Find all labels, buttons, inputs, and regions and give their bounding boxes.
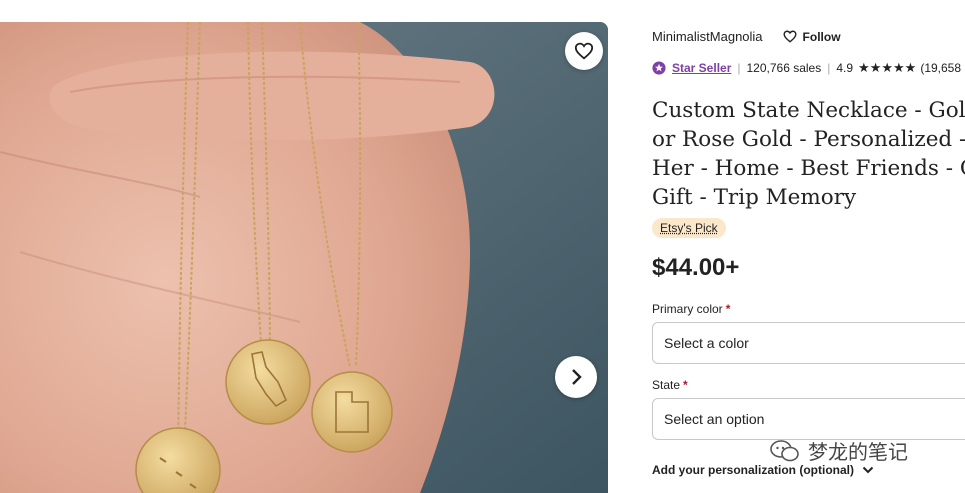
favorite-button[interactable]	[565, 32, 603, 70]
personalization-toggle[interactable]: Add your personalization (optional)	[652, 463, 874, 477]
primary-color-select-value: Select a color	[664, 335, 749, 351]
seller-stats: Star Seller | 120,766 sales | 4.9 ★★★★★ …	[652, 60, 961, 76]
state-select[interactable]: Select an option	[652, 398, 965, 440]
primary-color-label: Primary color *	[652, 302, 730, 316]
rating-value: 4.9	[836, 61, 854, 75]
shop-row: MinimalistMagnolia Follow	[652, 29, 841, 44]
product-title-line: or Rose Gold - Personalized - Gi	[652, 127, 965, 152]
star-seller-link[interactable]: Star Seller	[672, 61, 731, 75]
follow-button[interactable]: Follow	[783, 30, 841, 44]
review-count[interactable]: (19,658	[920, 61, 961, 75]
state-label-text: State	[652, 378, 681, 392]
primary-color-select[interactable]: Select a color	[652, 322, 965, 364]
shop-name-link[interactable]: MinimalistMagnolia	[652, 29, 763, 44]
heart-outline-icon	[783, 30, 797, 43]
chat-bubbles-icon	[770, 439, 799, 461]
product-details: MinimalistMagnolia Follow Star Seller | …	[652, 0, 965, 493]
watermark: 梦龙的笔记	[770, 436, 908, 465]
chevron-down-icon	[862, 466, 874, 474]
product-image	[0, 22, 608, 493]
product-title-line: Custom State Necklace - Gold, S	[652, 98, 965, 123]
primary-color-label-text: Primary color	[652, 302, 723, 316]
star-badge-icon	[652, 61, 666, 75]
rating-stars: ★★★★★	[858, 60, 917, 75]
follow-label: Follow	[802, 29, 841, 44]
product-title-line: Her - Home - Best Friends - Grad	[652, 156, 965, 181]
state-select-value: Select an option	[664, 411, 765, 427]
product-title-line: Gift - Trip Memory	[652, 185, 857, 210]
etsys-pick-badge[interactable]: Etsy's Pick	[652, 218, 726, 238]
required-mark: *	[683, 378, 688, 392]
watermark-text: 梦龙的笔记	[808, 442, 908, 464]
sales-count: 120,766 sales	[746, 61, 822, 75]
required-mark: *	[725, 302, 731, 316]
divider: |	[737, 61, 741, 75]
divider: |	[827, 61, 831, 75]
product-price: $44.00+	[652, 254, 740, 281]
heart-outline-icon	[574, 42, 594, 60]
product-photo-illustration	[0, 22, 608, 493]
personalization-label: Add your personalization (optional)	[652, 463, 854, 477]
etsys-pick-label: Etsy's Pick	[660, 221, 718, 235]
next-image-button[interactable]	[555, 356, 597, 398]
chevron-right-icon	[572, 369, 582, 385]
state-label: State *	[652, 378, 688, 392]
product-title: Custom State Necklace - Gold, S or Rose …	[652, 96, 965, 212]
